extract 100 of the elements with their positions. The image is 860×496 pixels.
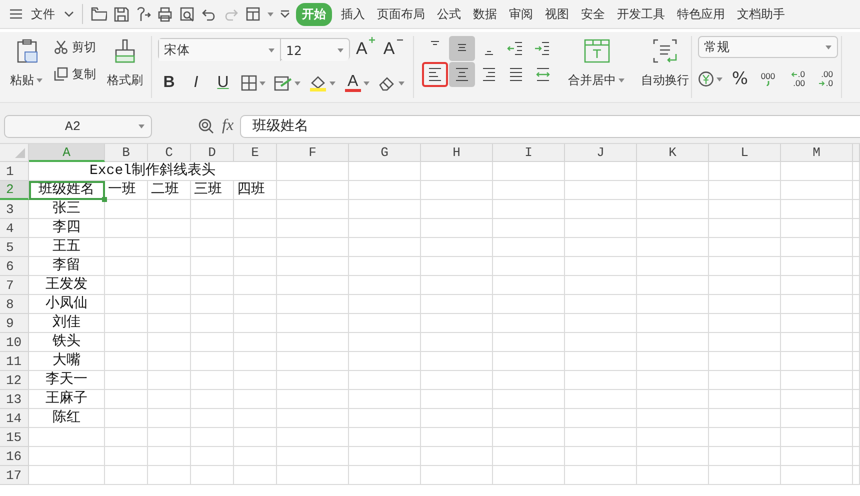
align-middle-button[interactable] bbox=[449, 36, 475, 61]
table-cell[interactable] bbox=[709, 333, 781, 352]
table-cell[interactable] bbox=[421, 295, 493, 314]
table-cell[interactable] bbox=[493, 200, 565, 219]
table-cell[interactable] bbox=[781, 295, 853, 314]
table-cell[interactable]: 王五 bbox=[29, 238, 105, 257]
table-cell[interactable] bbox=[853, 200, 860, 219]
table-cell[interactable] bbox=[234, 314, 277, 333]
table-cell[interactable] bbox=[493, 447, 565, 466]
paint-bucket-icon[interactable] bbox=[309, 74, 328, 92]
row-header[interactable]: 5 bbox=[0, 238, 29, 257]
table-cell[interactable] bbox=[349, 295, 421, 314]
table-cell[interactable] bbox=[853, 333, 860, 352]
column-header[interactable]: F bbox=[277, 144, 349, 162]
table-cell[interactable] bbox=[105, 200, 148, 219]
table-cell[interactable] bbox=[148, 390, 191, 409]
table-cell[interactable] bbox=[148, 200, 191, 219]
ribbon-tab[interactable]: 视图 bbox=[542, 4, 572, 24]
row-header[interactable]: 17 bbox=[0, 466, 29, 485]
table-cell[interactable] bbox=[853, 371, 860, 390]
row-header[interactable]: 6 bbox=[0, 257, 29, 276]
table-cell[interactable] bbox=[421, 428, 493, 447]
table-cell[interactable] bbox=[349, 352, 421, 371]
decrease-font-size-button[interactable]: A bbox=[381, 37, 405, 61]
table-cell[interactable]: 小凤仙 bbox=[29, 295, 105, 314]
table-cell[interactable] bbox=[853, 390, 860, 409]
percent-button[interactable]: % bbox=[729, 67, 751, 91]
table-cell[interactable] bbox=[565, 390, 637, 409]
table-cell[interactable] bbox=[781, 390, 853, 409]
row-header[interactable]: 16 bbox=[0, 447, 29, 466]
table-cell[interactable] bbox=[191, 371, 234, 390]
table-cell[interactable] bbox=[781, 219, 853, 238]
table-cell[interactable]: 刘佳 bbox=[29, 314, 105, 333]
table-cell[interactable] bbox=[148, 257, 191, 276]
table-cell[interactable] bbox=[234, 219, 277, 238]
table-cell[interactable] bbox=[277, 371, 349, 390]
table-cell[interactable] bbox=[853, 276, 860, 295]
table-cell[interactable] bbox=[709, 314, 781, 333]
table-cell[interactable] bbox=[105, 257, 148, 276]
table-cell[interactable] bbox=[637, 257, 709, 276]
table-cell[interactable] bbox=[853, 295, 860, 314]
table-cell[interactable] bbox=[191, 257, 234, 276]
table-cell[interactable] bbox=[565, 162, 637, 181]
table-cell[interactable]: 陈红 bbox=[29, 409, 105, 428]
more-icon[interactable] bbox=[280, 10, 290, 18]
table-cell[interactable] bbox=[29, 466, 105, 485]
table-cell[interactable] bbox=[853, 428, 860, 447]
table-cell[interactable] bbox=[148, 447, 191, 466]
table-cell[interactable] bbox=[234, 276, 277, 295]
ribbon-tab[interactable]: 特色应用 bbox=[674, 4, 728, 24]
column-header[interactable]: L bbox=[709, 144, 781, 162]
table-cell[interactable] bbox=[637, 314, 709, 333]
table-cell[interactable] bbox=[234, 409, 277, 428]
caret-icon[interactable] bbox=[716, 76, 723, 82]
table-cell[interactable] bbox=[191, 390, 234, 409]
table-cell[interactable] bbox=[493, 466, 565, 485]
menu-icon[interactable] bbox=[10, 9, 22, 19]
table-cell[interactable] bbox=[781, 200, 853, 219]
row-header[interactable]: 3 bbox=[0, 200, 29, 219]
table-cell[interactable] bbox=[421, 371, 493, 390]
table-cell[interactable] bbox=[637, 428, 709, 447]
table-cell[interactable] bbox=[709, 238, 781, 257]
table-cell[interactable] bbox=[421, 352, 493, 371]
table-cell[interactable]: 二班 bbox=[148, 181, 191, 200]
table-cell[interactable] bbox=[148, 409, 191, 428]
table-cell[interactable] bbox=[105, 219, 148, 238]
table-cell[interactable] bbox=[565, 257, 637, 276]
column-header[interactable]: C bbox=[148, 144, 191, 162]
table-cell[interactable] bbox=[853, 219, 860, 238]
caret-icon[interactable] bbox=[329, 80, 336, 86]
table-cell[interactable] bbox=[565, 371, 637, 390]
table-cell[interactable]: 张三 bbox=[29, 200, 105, 219]
table-cell[interactable]: 李留 bbox=[29, 257, 105, 276]
row-header[interactable]: 14 bbox=[0, 409, 29, 428]
caret-icon[interactable] bbox=[362, 80, 370, 86]
row-header[interactable]: 4 bbox=[0, 219, 29, 238]
table-cell[interactable] bbox=[191, 200, 234, 219]
table-cell[interactable] bbox=[234, 333, 277, 352]
italic-tool[interactable]: I bbox=[194, 74, 198, 92]
table-cell[interactable] bbox=[29, 428, 105, 447]
table-cell[interactable] bbox=[234, 428, 277, 447]
bold-tool[interactable]: B bbox=[163, 74, 175, 92]
table-cell[interactable] bbox=[421, 200, 493, 219]
table-cell[interactable] bbox=[565, 295, 637, 314]
table-cell[interactable] bbox=[421, 466, 493, 485]
table-cell[interactable] bbox=[349, 409, 421, 428]
table-cell[interactable] bbox=[421, 276, 493, 295]
table-cell[interactable] bbox=[191, 219, 234, 238]
select-all-icon[interactable] bbox=[15, 148, 25, 158]
table-cell[interactable] bbox=[421, 314, 493, 333]
table-cell[interactable] bbox=[565, 238, 637, 257]
table-cell[interactable] bbox=[637, 200, 709, 219]
table-cell[interactable]: 大嘴 bbox=[29, 352, 105, 371]
ribbon-tab[interactable]: 审阅 bbox=[506, 4, 536, 24]
underline-tool[interactable]: U bbox=[217, 74, 229, 92]
column-header[interactable]: K bbox=[637, 144, 709, 162]
table-cell[interactable] bbox=[853, 162, 860, 181]
merge-center-button[interactable]: 合并居中 bbox=[564, 36, 629, 98]
table-cell[interactable] bbox=[421, 257, 493, 276]
table-cell[interactable] bbox=[105, 390, 148, 409]
